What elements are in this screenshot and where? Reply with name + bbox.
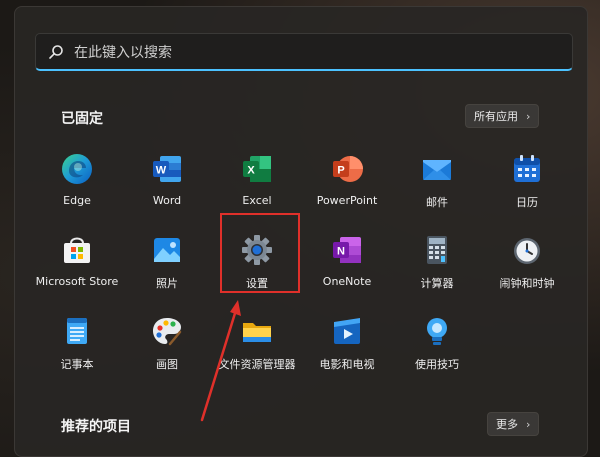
annotation-arrow bbox=[200, 300, 241, 422]
arrow-shaft bbox=[200, 308, 238, 422]
arrow-head bbox=[230, 300, 241, 316]
